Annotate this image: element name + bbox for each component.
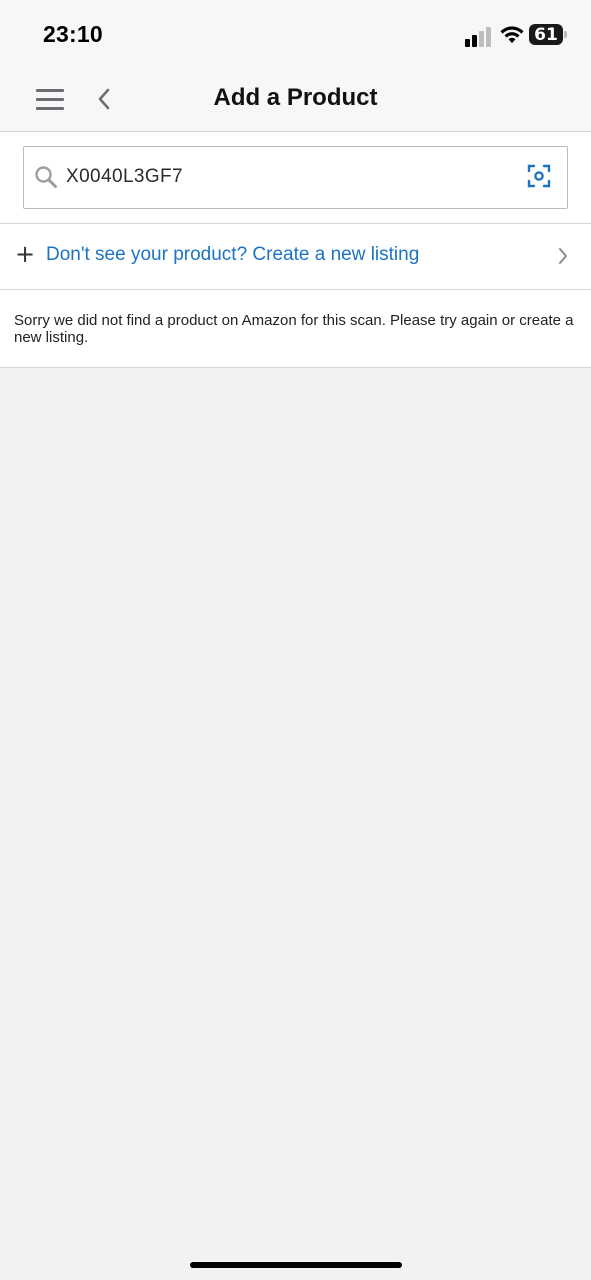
create-listing-link[interactable]: Don't see your product? Create a new lis… bbox=[46, 244, 419, 266]
battery-indicator: 61 bbox=[529, 24, 563, 45]
barcode-scan-icon[interactable] bbox=[527, 163, 551, 189]
create-listing-row[interactable]: + Don't see your product? Create a new l… bbox=[0, 224, 591, 290]
home-indicator[interactable] bbox=[190, 1262, 402, 1268]
search-section: X0040L3GF7 bbox=[0, 132, 591, 224]
chevron-right-icon bbox=[559, 248, 567, 264]
wifi-icon bbox=[500, 26, 524, 43]
not-found-message: Sorry we did not find a product on Amazo… bbox=[14, 312, 574, 346]
status-time: 23:10 bbox=[43, 21, 103, 47]
top-bar: 23:10 61 Add a Product bbox=[0, 0, 591, 132]
cellular-signal-icon bbox=[465, 27, 491, 47]
battery-cap bbox=[564, 31, 567, 38]
search-icon bbox=[35, 166, 57, 188]
not-found-message-section: Sorry we did not find a product on Amazo… bbox=[0, 290, 591, 368]
search-value[interactable]: X0040L3GF7 bbox=[66, 166, 183, 188]
page-title: Add a Product bbox=[213, 84, 378, 111]
search-input[interactable]: X0040L3GF7 bbox=[23, 146, 568, 209]
plus-icon: + bbox=[15, 240, 36, 268]
